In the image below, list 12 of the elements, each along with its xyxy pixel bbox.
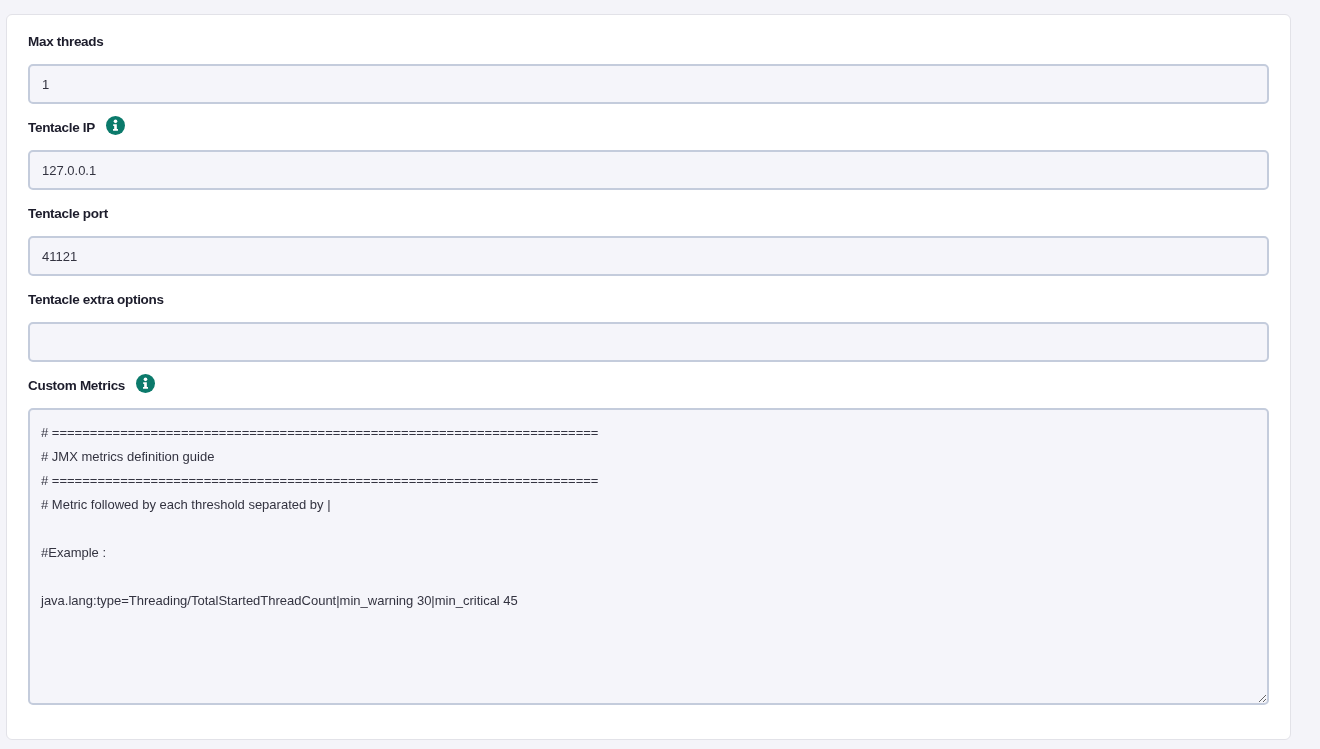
info-icon[interactable] xyxy=(106,115,125,135)
field-label: Max threads xyxy=(28,33,104,51)
input-field[interactable]: 1 xyxy=(28,64,1269,104)
field-label: Tentacle IP xyxy=(28,119,95,137)
field-label: Custom Metrics xyxy=(28,377,126,395)
textarea-field[interactable]: # ======================================================================== # JMX metrics definition guide # ======================================================================== # Metric followed by each threshold separated by | #Example : java.lang:type=Threading/TotalStartedThreadCount|min_warning 30|min_critical 45 xyxy=(28,408,1269,705)
field-label: Tentacle extra options xyxy=(28,291,164,309)
input-field[interactable] xyxy=(28,322,1269,362)
info-icon[interactable] xyxy=(136,373,156,393)
field-label: Tentacle port xyxy=(28,205,108,223)
input-field[interactable]: 127.0.0.1 xyxy=(28,150,1269,190)
input-field[interactable]: 41121 xyxy=(28,236,1269,276)
